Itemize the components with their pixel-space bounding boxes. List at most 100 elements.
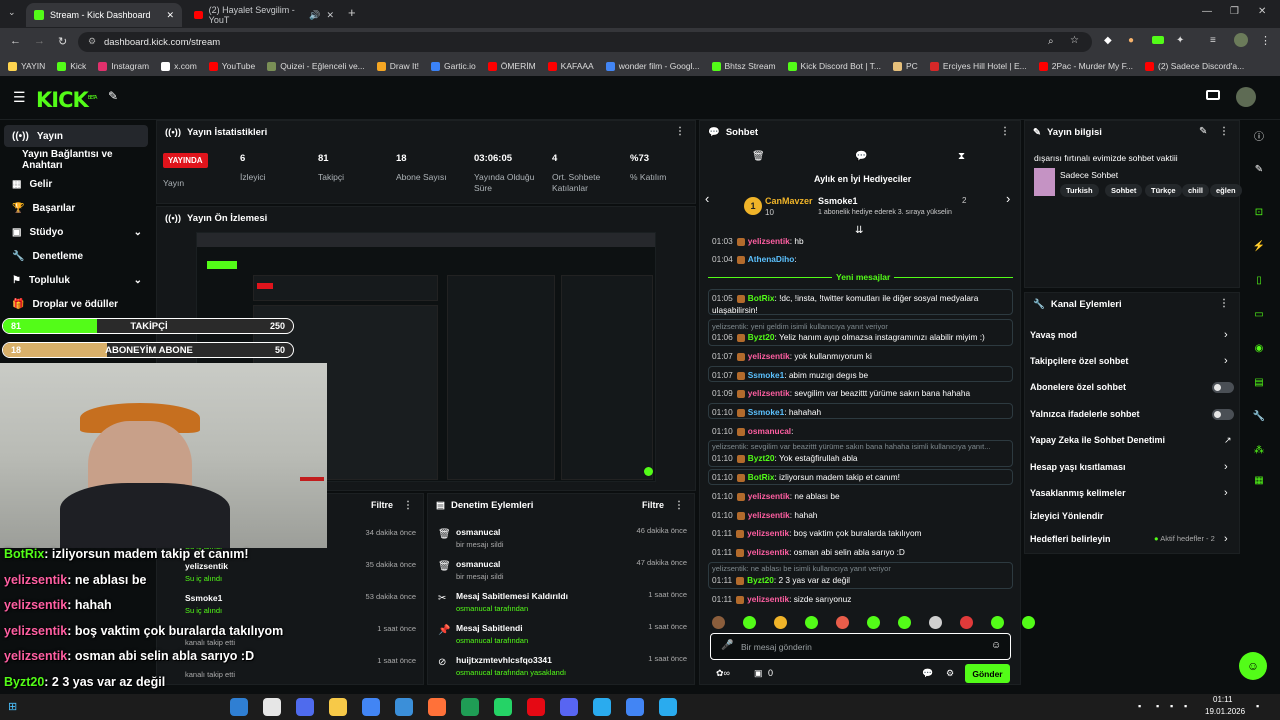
more-options-icon[interactable]: ⋮: [1219, 126, 1229, 137]
more-options-icon[interactable]: ⋮: [675, 126, 685, 137]
close-tab-icon[interactable]: ✕: [166, 10, 174, 21]
back-icon[interactable]: ←: [10, 35, 21, 47]
document-icon[interactable]: ▯: [1244, 269, 1274, 291]
bookmark-item[interactable]: Instagram: [98, 61, 149, 71]
emote-icon[interactable]: [929, 616, 942, 629]
channel-action-label[interactable]: Hesap yaşı kısıtlaması: [1030, 462, 1230, 472]
extension-icon[interactable]: [1152, 36, 1164, 44]
emote-icon[interactable]: [836, 616, 849, 629]
chevron-right-icon[interactable]: ›: [1224, 355, 1228, 367]
activity-user[interactable]: Ssmoke1: [185, 593, 222, 603]
filter-button[interactable]: Filtre: [371, 500, 393, 510]
chat-username[interactable]: yelizsentik: [748, 491, 790, 501]
chat-username[interactable]: BotRix: [748, 472, 775, 482]
sidebar-item-yayin[interactable]: ((•)) Yayın: [4, 125, 148, 147]
chat-username[interactable]: Ssmoke1: [748, 370, 784, 380]
bookmark-item[interactable]: YAYIN: [8, 61, 45, 71]
bookmark-item[interactable]: Erciyes Hill Hotel | E...: [929, 61, 1027, 71]
browser-menu-icon[interactable]: ⋮: [1260, 34, 1271, 47]
moderation-title[interactable]: osmanucal: [456, 527, 500, 537]
emote-icon[interactable]: [805, 616, 818, 629]
chevron-right-icon[interactable]: ›: [1224, 329, 1228, 341]
taskbar-app-icon[interactable]: [329, 698, 347, 716]
bookmark-item[interactable]: YouTube: [208, 61, 255, 71]
extension-icon[interactable]: ◆: [1104, 35, 1112, 46]
more-options-icon[interactable]: ⋮: [403, 500, 413, 511]
taskbar-app-icon[interactable]: [560, 698, 578, 716]
chat-username[interactable]: osmanucal: [748, 426, 791, 436]
moderation-title[interactable]: Mesaj Sabitlemesi Kaldırıldı: [456, 591, 568, 601]
mic-icon[interactable]: 🎤: [721, 640, 733, 651]
more-options-icon[interactable]: ⋮: [1219, 298, 1229, 309]
close-window-icon[interactable]: ✕: [1258, 6, 1266, 17]
bookmark-item[interactable]: Draw It!: [376, 61, 419, 71]
community-icon[interactable]: ⁂: [1244, 439, 1274, 461]
new-tab-button[interactable]: +: [348, 5, 356, 20]
wrench-icon[interactable]: 🔧: [1244, 405, 1274, 427]
channel-action-label[interactable]: Yasaklanmış kelimeler: [1030, 488, 1230, 498]
volume-icon[interactable]: ▪: [1184, 701, 1187, 711]
chat-username[interactable]: Ssmoke1: [748, 407, 784, 417]
channel-action-label[interactable]: Takipçilere özel sohbet: [1030, 356, 1230, 366]
broadcast-icon[interactable]: ◉: [1244, 337, 1274, 359]
theater-mode-icon[interactable]: [1206, 90, 1220, 100]
hourglass-icon[interactable]: ⧗: [958, 151, 965, 162]
gifter-name[interactable]: Ssmoke1: [818, 196, 858, 206]
calculator-icon[interactable]: ▦: [1244, 469, 1274, 491]
restore-icon[interactable]: ❐: [1230, 6, 1239, 17]
hamburger-menu-icon[interactable]: ☰: [13, 89, 26, 106]
chat-username[interactable]: BotRix: [748, 293, 775, 303]
chat-bubble-icon[interactable]: ▭: [1244, 303, 1274, 325]
chevron-right-icon[interactable]: ›: [1224, 461, 1228, 473]
chat-username[interactable]: yelizsentik: [748, 388, 790, 398]
tag-chip[interactable]: Sohbet: [1105, 184, 1143, 197]
more-options-icon[interactable]: ⋮: [674, 500, 684, 511]
sidebar-item-stream-key[interactable]: Yayın Bağlantısı ve Anahtarı: [4, 149, 148, 171]
chevron-right-icon[interactable]: ›: [1224, 487, 1228, 499]
taskbar-app-icon[interactable]: [659, 698, 677, 716]
bookmark-item[interactable]: Kick Discord Bot | T...: [787, 61, 881, 71]
chevron-right-icon[interactable]: ›: [1224, 533, 1228, 545]
moderation-title[interactable]: Mesaj Sabitlendi: [456, 623, 523, 633]
tab-search-icon[interactable]: ≡: [1210, 35, 1216, 46]
channel-action-label[interactable]: Yavaş mod: [1030, 330, 1230, 340]
pencil-icon[interactable]: ✎: [1244, 158, 1274, 180]
bookmark-item[interactable]: wonder film - Googl...: [605, 61, 700, 71]
layout-icon[interactable]: ▤: [1244, 371, 1274, 393]
taskbar-app-icon[interactable]: [263, 698, 281, 716]
bookmark-item[interactable]: KAFAAA: [547, 61, 594, 71]
external-link-icon[interactable]: ↗: [1224, 435, 1232, 446]
tag-chip[interactable]: Türkçe: [1145, 184, 1182, 197]
settings-icon[interactable]: ⚙: [946, 668, 954, 679]
sidebar-item-denetleme[interactable]: 🔧 Denetleme: [4, 245, 148, 267]
points-icon[interactable]: ✿∞: [716, 668, 730, 679]
chat-bubble-icon[interactable]: 💬: [855, 151, 867, 162]
lightning-icon[interactable]: ⚡: [1244, 235, 1274, 257]
crop-icon[interactable]: ⊡: [1244, 201, 1274, 223]
tab-kick-dashboard[interactable]: Stream - Kick Dashboard ✕: [26, 3, 182, 27]
extensions-puzzle-icon[interactable]: ✦: [1176, 35, 1184, 46]
bookmark-item[interactable]: Gartic.io: [431, 61, 476, 71]
taskbar-app-icon[interactable]: [461, 698, 479, 716]
bookmark-item[interactable]: (2) Sadece Discord'a...: [1145, 61, 1244, 71]
taskbar-app-icon[interactable]: [494, 698, 512, 716]
channel-action-label[interactable]: Abonelere özel sohbet: [1030, 382, 1230, 392]
chat-username[interactable]: Byzt20: [748, 453, 775, 463]
chat-username[interactable]: yelizsentik: [747, 547, 789, 557]
emoji-icon[interactable]: ☺: [991, 640, 1001, 651]
activity-user[interactable]: yelizsentik: [185, 561, 228, 571]
close-tab-icon[interactable]: ✕: [326, 10, 334, 21]
sidebar-item-topluluk[interactable]: ⚑ Topluluk ⌄: [4, 269, 148, 291]
gift-icon[interactable]: ▣: [754, 668, 763, 679]
bookmark-star-icon[interactable]: ☆: [1070, 35, 1079, 46]
taskbar-app-icon[interactable]: [362, 698, 380, 716]
url-field[interactable]: ⚙ dashboard.kick.com/stream ⌕ ☆: [78, 32, 1092, 52]
sidebar-item-droplar[interactable]: 🎁 Droplar ve ödüller: [4, 293, 148, 315]
tab-youtube[interactable]: (2) Hayalet Sevgilim - YouT 🔊 ✕: [186, 3, 342, 27]
category-name[interactable]: Sadece Sohbet: [1060, 170, 1118, 180]
bookmark-item[interactable]: x.com: [161, 61, 197, 71]
tools-icon[interactable]: ✎: [108, 89, 118, 103]
bookmark-item[interactable]: 2Pac - Murder My F...: [1038, 61, 1133, 71]
info-icon[interactable]: ⓘ: [1244, 124, 1274, 146]
profile-avatar[interactable]: [1234, 33, 1248, 47]
